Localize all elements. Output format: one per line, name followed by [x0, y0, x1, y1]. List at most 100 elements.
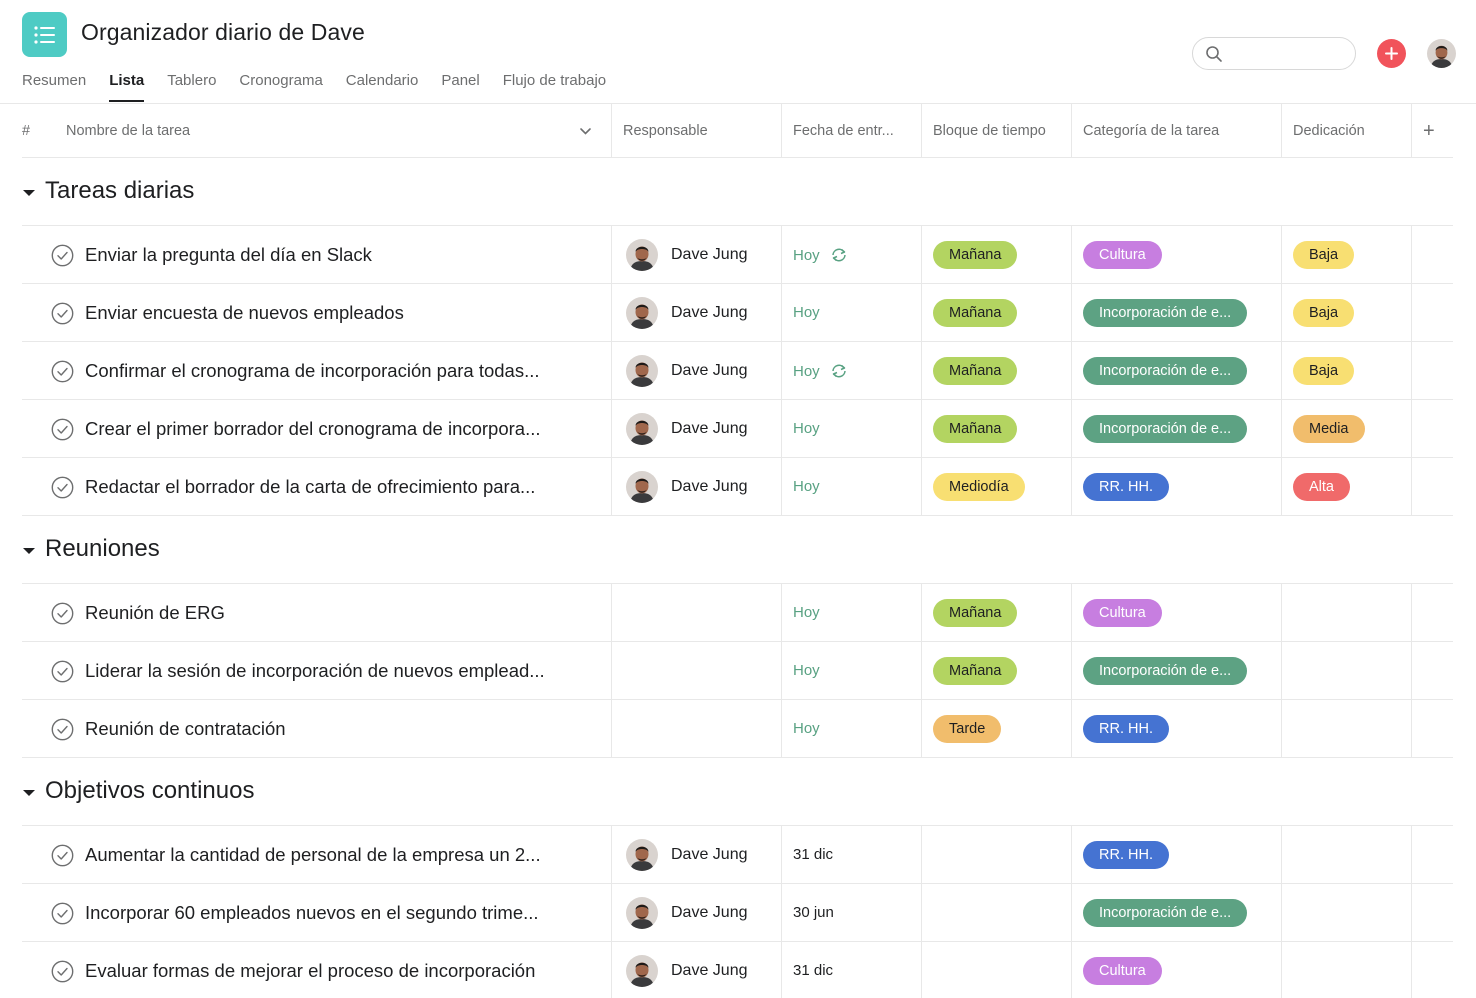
- assignee-cell[interactable]: Dave Jung: [626, 838, 748, 872]
- complete-check-icon[interactable]: [51, 902, 74, 925]
- task-name[interactable]: Reunión de contratación: [85, 718, 286, 740]
- tab-cronograma[interactable]: Cronograma: [239, 72, 322, 101]
- column-category[interactable]: Categoría de la tarea: [1083, 104, 1219, 158]
- quick-add-button[interactable]: [1377, 39, 1406, 68]
- chevron-down-icon[interactable]: [579, 126, 592, 136]
- time-block-tag[interactable]: Mañana: [933, 357, 1018, 385]
- assignee-cell[interactable]: Dave Jung: [626, 896, 748, 930]
- complete-check-icon[interactable]: [51, 244, 74, 267]
- column-divider[interactable]: [781, 104, 782, 158]
- table-row[interactable]: Enviar la pregunta del día en Slack Dave …: [22, 226, 1453, 284]
- task-name[interactable]: Incorporar 60 empleados nuevos en el seg…: [85, 902, 539, 924]
- complete-check-icon[interactable]: [51, 660, 74, 683]
- due-date[interactable]: Hoy: [793, 362, 850, 380]
- assignee-cell[interactable]: Dave Jung: [626, 354, 748, 388]
- table-row[interactable]: Enviar encuesta de nuevos empleados Dave …: [22, 284, 1453, 342]
- task-name[interactable]: Enviar la pregunta del día en Slack: [85, 244, 372, 266]
- due-date[interactable]: Hoy: [793, 662, 820, 679]
- complete-check-icon[interactable]: [51, 302, 74, 325]
- time-block-tag[interactable]: Tarde: [933, 715, 1002, 743]
- section-header[interactable]: Objetivos continuos: [22, 758, 1453, 826]
- column-task-name[interactable]: Nombre de la tarea: [66, 104, 190, 158]
- table-row[interactable]: Incorporar 60 empleados nuevos en el seg…: [22, 884, 1453, 942]
- complete-check-icon[interactable]: [51, 418, 74, 441]
- effort-tag[interactable]: Baja: [1293, 241, 1355, 269]
- tab-resumen[interactable]: Resumen: [22, 72, 86, 101]
- task-name[interactable]: Reunión de ERG: [85, 602, 225, 624]
- task-name[interactable]: Liderar la sesión de incorporación de nu…: [85, 660, 545, 682]
- category-tag[interactable]: Cultura: [1083, 599, 1162, 627]
- category-tag[interactable]: Incorporación de e...: [1083, 415, 1248, 443]
- due-date[interactable]: 31 dic: [793, 962, 833, 979]
- column-effort[interactable]: Dedicación: [1293, 104, 1365, 158]
- project-icon[interactable]: [22, 12, 67, 57]
- section-header[interactable]: Tareas diarias: [22, 158, 1453, 226]
- category-tag[interactable]: Cultura: [1083, 241, 1162, 269]
- section-header[interactable]: Reuniones: [22, 516, 1453, 584]
- assignee-cell[interactable]: Dave Jung: [626, 296, 748, 330]
- caret-down-icon[interactable]: [22, 546, 36, 556]
- table-row[interactable]: Evaluar formas de mejorar el proceso de …: [22, 942, 1453, 998]
- due-date[interactable]: Hoy: [793, 604, 820, 621]
- table-row[interactable]: Aumentar la cantidad de personal de la e…: [22, 826, 1453, 884]
- caret-down-icon[interactable]: [22, 188, 36, 198]
- table-row[interactable]: Reunión de contratación Hoy Tarde RR. HH.: [22, 700, 1453, 758]
- assignee-cell[interactable]: Dave Jung: [626, 412, 748, 446]
- complete-check-icon[interactable]: [51, 844, 74, 867]
- table-row[interactable]: Redactar el borrador de la carta de ofre…: [22, 458, 1453, 516]
- user-avatar[interactable]: [1427, 39, 1456, 68]
- search-box[interactable]: [1192, 37, 1356, 70]
- category-tag[interactable]: Incorporación de e...: [1083, 357, 1248, 385]
- effort-tag[interactable]: Baja: [1293, 299, 1355, 327]
- due-date[interactable]: Hoy: [793, 246, 850, 264]
- task-name[interactable]: Enviar encuesta de nuevos empleados: [85, 302, 404, 324]
- category-tag[interactable]: RR. HH.: [1083, 715, 1169, 743]
- category-tag[interactable]: Incorporación de e...: [1083, 899, 1248, 927]
- table-row[interactable]: Liderar la sesión de incorporación de nu…: [22, 642, 1453, 700]
- time-block-tag[interactable]: Mediodía: [933, 473, 1025, 501]
- tab-panel[interactable]: Panel: [441, 72, 479, 101]
- task-name[interactable]: Confirmar el cronograma de incorporación…: [85, 360, 540, 382]
- effort-tag[interactable]: Media: [1293, 415, 1365, 443]
- assignee-cell[interactable]: Dave Jung: [626, 470, 748, 504]
- time-block-tag[interactable]: Mañana: [933, 241, 1018, 269]
- complete-check-icon[interactable]: [51, 476, 74, 499]
- tab-calendario[interactable]: Calendario: [346, 72, 419, 101]
- assignee-cell[interactable]: Dave Jung: [626, 238, 748, 272]
- task-name[interactable]: Redactar el borrador de la carta de ofre…: [85, 476, 535, 498]
- table-row[interactable]: Crear el primer borrador del cronograma …: [22, 400, 1453, 458]
- caret-down-icon[interactable]: [22, 788, 36, 798]
- time-block-tag[interactable]: Mañana: [933, 415, 1018, 443]
- task-name[interactable]: Evaluar formas de mejorar el proceso de …: [85, 960, 535, 982]
- time-block-tag[interactable]: Mañana: [933, 599, 1018, 627]
- column-divider[interactable]: [611, 104, 612, 158]
- column-due-date[interactable]: Fecha de entr...: [793, 104, 894, 158]
- column-divider[interactable]: [921, 104, 922, 158]
- assignee-cell[interactable]: Dave Jung: [626, 954, 748, 988]
- category-tag[interactable]: Cultura: [1083, 957, 1162, 985]
- time-block-tag[interactable]: Mañana: [933, 299, 1018, 327]
- due-date[interactable]: Hoy: [793, 478, 820, 495]
- complete-check-icon[interactable]: [51, 960, 74, 983]
- column-divider[interactable]: [1071, 104, 1072, 158]
- task-name[interactable]: Crear el primer borrador del cronograma …: [85, 418, 541, 440]
- search-input[interactable]: [1229, 42, 1347, 66]
- effort-tag[interactable]: Alta: [1293, 473, 1350, 501]
- due-date[interactable]: 30 jun: [793, 904, 834, 921]
- category-tag[interactable]: RR. HH.: [1083, 841, 1169, 869]
- due-date[interactable]: Hoy: [793, 420, 820, 437]
- complete-check-icon[interactable]: [51, 360, 74, 383]
- column-divider[interactable]: [1281, 104, 1282, 158]
- complete-check-icon[interactable]: [51, 718, 74, 741]
- complete-check-icon[interactable]: [51, 602, 74, 625]
- column-divider[interactable]: [1411, 104, 1412, 158]
- due-date[interactable]: 31 dic: [793, 846, 833, 863]
- table-row[interactable]: Confirmar el cronograma de incorporación…: [22, 342, 1453, 400]
- effort-tag[interactable]: Baja: [1293, 357, 1355, 385]
- task-name[interactable]: Aumentar la cantidad de personal de la e…: [85, 844, 541, 866]
- tab-tablero[interactable]: Tablero: [167, 72, 216, 101]
- column-time-block[interactable]: Bloque de tiempo: [933, 104, 1046, 158]
- category-tag[interactable]: RR. HH.: [1083, 473, 1169, 501]
- category-tag[interactable]: Incorporación de e...: [1083, 657, 1248, 685]
- category-tag[interactable]: Incorporación de e...: [1083, 299, 1248, 327]
